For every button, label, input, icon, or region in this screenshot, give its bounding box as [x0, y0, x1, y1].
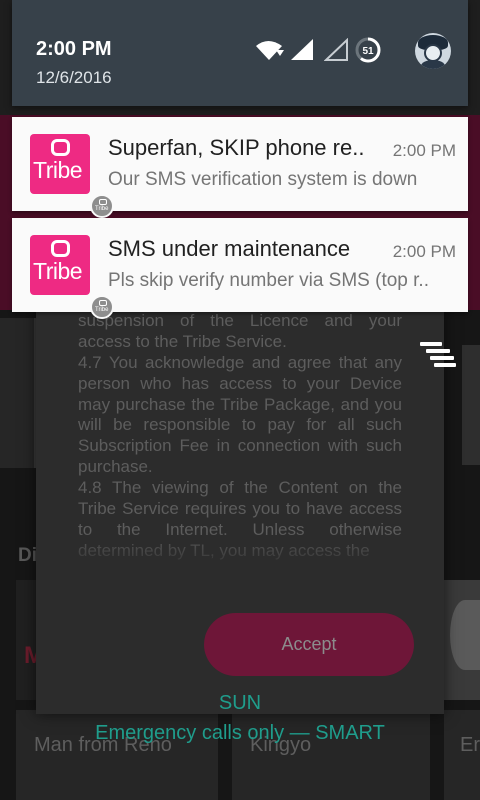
battery-level: 51 [362, 46, 374, 57]
clock: 2:00 PM [36, 38, 112, 60]
terms-text[interactable]: sanctions and is grounds for immediate s… [78, 300, 402, 572]
tribe-small-icon: Tribe [90, 194, 114, 218]
shade-header: 2:00 PM 12/6/2016 51 [12, 0, 468, 106]
notification-time: 2:00 PM [392, 141, 456, 160]
notification-text: Our SMS verification system is down [108, 169, 418, 190]
signal-empty-icon [324, 38, 348, 61]
notification-title: SMS under maintenance [108, 236, 351, 261]
tribe-logo-text: Tribe [33, 157, 83, 183]
thumbnail-1[interactable]: M [16, 580, 44, 700]
terms-paragraph: 4.7 You acknowledge and agree that any p… [78, 352, 402, 477]
tribe-app-icon: Tribe Tribe [30, 134, 114, 218]
notification-text: Pls skip verify number via SMS (top r.. [108, 270, 429, 291]
chat-bubble-icon [51, 240, 70, 257]
notification-card[interactable]: Tribe Tribe Superfan, SKIP phone re.. 2:… [12, 117, 468, 218]
date[interactable]: 12/6/2016 [36, 68, 112, 88]
hero-left-panel [0, 318, 36, 468]
notification-title: Superfan, SKIP phone re.. [108, 135, 365, 160]
tribe-small-icon: Tribe [90, 295, 114, 319]
terms-dialog: sanctions and is grounds for immediate s… [36, 300, 444, 714]
menu-icon[interactable] [420, 342, 456, 368]
carrier-day: SUN [218, 692, 262, 714]
user-avatar-icon[interactable] [415, 33, 451, 69]
wifi-icon [256, 41, 284, 60]
terms-fade [78, 532, 402, 572]
hero-right-panel [462, 345, 480, 465]
emergency-calls-text: Emergency calls only — SMART [95, 722, 385, 744]
chat-bubble-icon [51, 139, 70, 156]
section-title: Di [18, 545, 37, 566]
accept-button[interactable]: Accept [204, 613, 414, 676]
battery-icon: 51 [355, 37, 381, 63]
thumbnail-figure [450, 600, 480, 670]
tribe-logo-text: Tribe [33, 258, 83, 284]
tribe-app-icon: Tribe Tribe [30, 235, 114, 319]
notification-card[interactable]: Tribe Tribe SMS under maintenance 2:00 P… [12, 218, 468, 319]
signal-icon [291, 39, 313, 60]
notification-time: 2:00 PM [392, 242, 456, 261]
thumbnail-2[interactable] [444, 580, 480, 700]
